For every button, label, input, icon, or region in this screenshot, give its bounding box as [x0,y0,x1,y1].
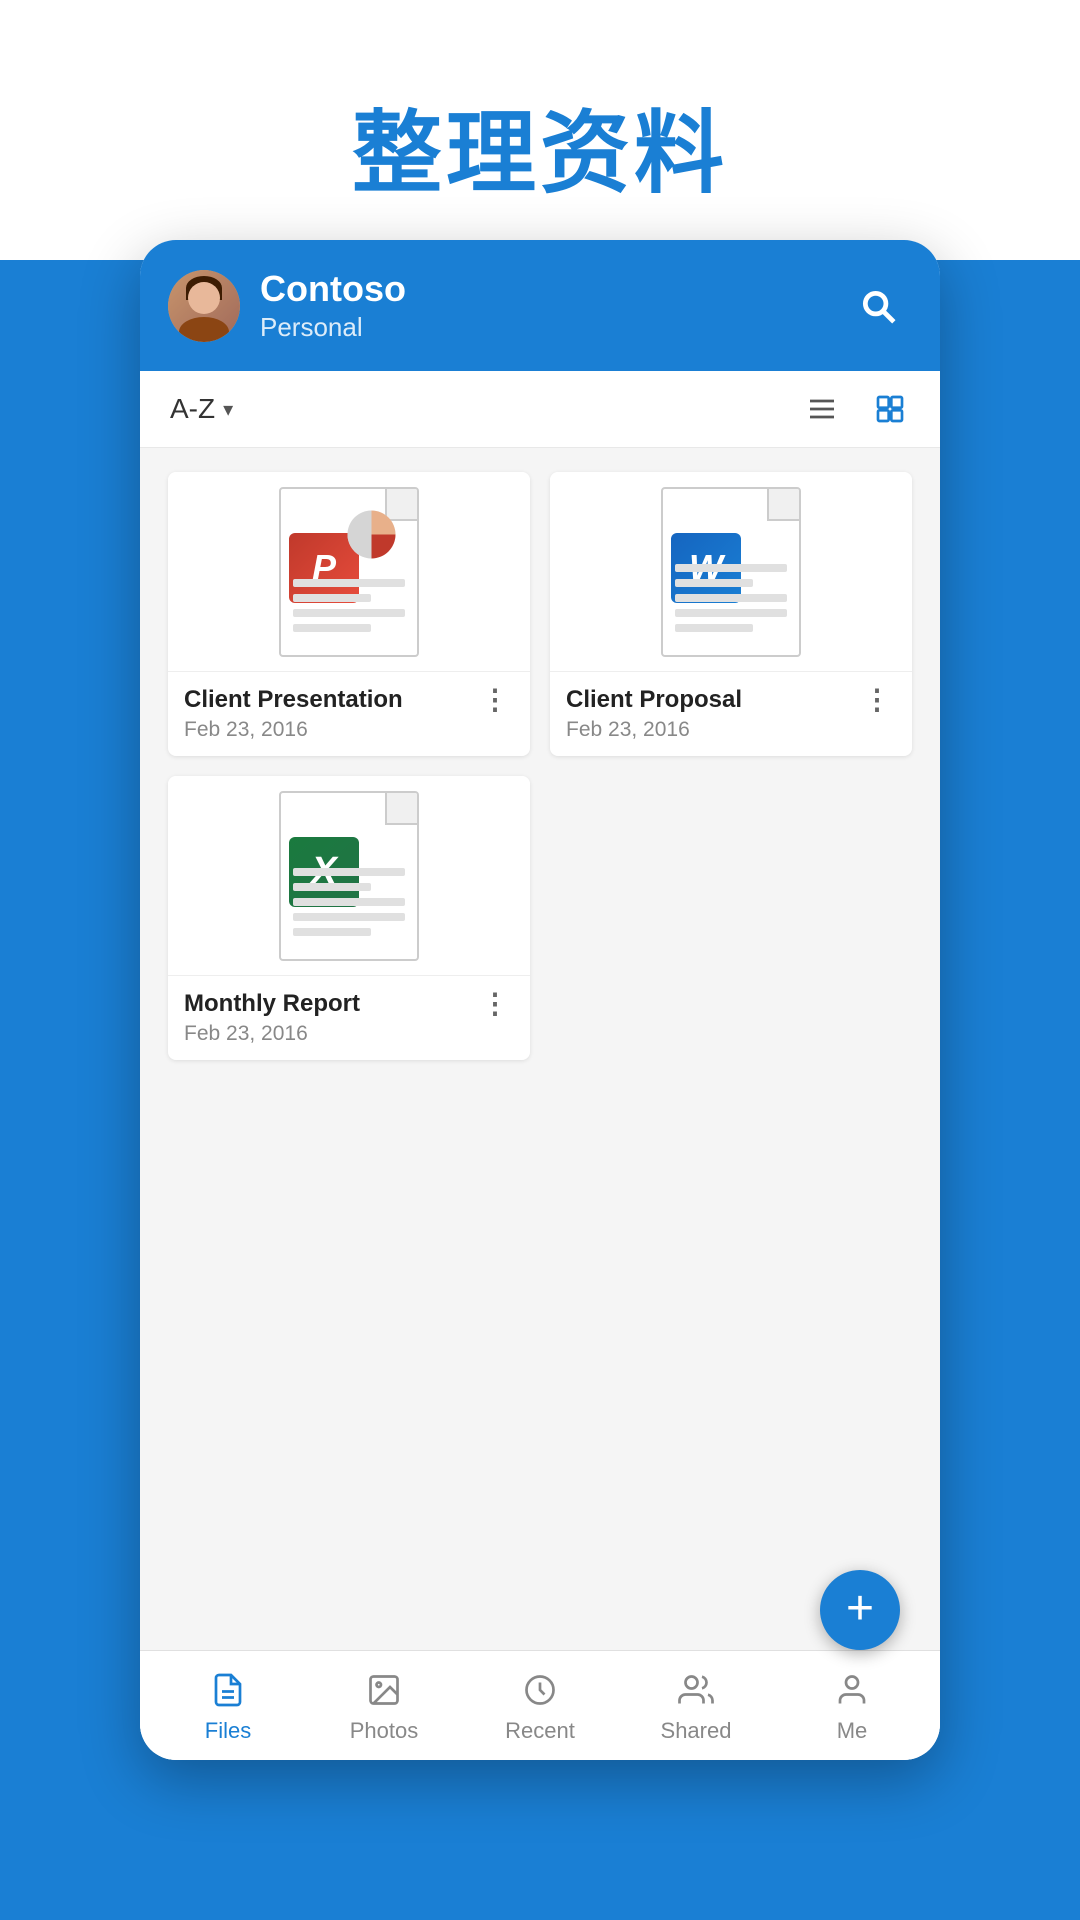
list-item[interactable]: P [168,472,530,756]
file-date: Feb 23, 2016 [184,1022,477,1046]
document-paper: P [279,487,419,657]
file-name: Monthly Report [184,990,477,1018]
toolbar: A-Z ▾ [140,371,940,448]
plus-icon: + [846,1585,874,1633]
me-icon [830,1668,874,1712]
nav-label-shared: Shared [661,1718,732,1744]
nav-item-shared[interactable]: Shared [618,1668,774,1744]
file-info: Client Presentation Feb 23, 2016 ⋮ [168,672,530,756]
file-date: Feb 23, 2016 [566,718,859,742]
nav-label-me: Me [837,1718,868,1744]
doc-lines [293,579,405,639]
file-thumbnail: P [168,472,530,672]
bottom-nav: Files Photos Recent [140,1650,940,1760]
search-icon [859,287,897,325]
nav-item-me[interactable]: Me [774,1668,930,1744]
files-area: P [140,448,940,1760]
list-item[interactable]: X Monthly Report Feb 23, 2016 [168,776,530,1060]
files-grid: P [168,472,912,1060]
file-info: Client Proposal Feb 23, 2016 ⋮ [550,672,912,756]
file-thumbnail: W [550,472,912,672]
chart-icon [344,507,399,562]
shared-icon [674,1668,718,1712]
list-item[interactable]: W Client Proposal Feb 23, 2016 [550,472,912,756]
doc-lines [293,868,405,943]
add-file-button[interactable]: + [820,1570,900,1650]
file-details: Monthly Report Feb 23, 2016 [184,990,477,1046]
nav-label-files: Files [205,1718,251,1744]
sort-label: A-Z [170,393,215,425]
file-details: Client Presentation Feb 23, 2016 [184,686,477,742]
file-name: Client Proposal [566,686,859,714]
nav-item-files[interactable]: Files [150,1668,306,1744]
nav-item-recent[interactable]: Recent [462,1668,618,1744]
header-text: Contoso Personal [260,268,852,343]
sort-button[interactable]: A-Z ▾ [170,393,233,425]
header-bar: Contoso Personal [140,240,940,371]
view-toggle [802,389,910,429]
list-view-button[interactable] [802,389,842,429]
nav-label-recent: Recent [505,1718,575,1744]
file-more-button[interactable]: ⋮ [477,686,514,714]
nav-item-photos[interactable]: Photos [306,1668,462,1744]
file-more-button[interactable]: ⋮ [477,990,514,1018]
user-subtitle: Personal [260,312,852,343]
grid-view-button[interactable] [870,389,910,429]
photos-icon [362,1668,406,1712]
doc-lines [675,564,787,639]
recent-icon [518,1668,562,1712]
file-details: Client Proposal Feb 23, 2016 [566,686,859,742]
files-icon [206,1668,250,1712]
phone-card: Contoso Personal A-Z ▾ [140,240,940,1760]
document-paper: X [279,791,419,961]
search-button[interactable] [852,280,904,332]
file-date: Feb 23, 2016 [184,718,477,742]
page-title: 整理资料 [0,80,1080,210]
file-name: Client Presentation [184,686,477,714]
user-name: Contoso [260,268,852,310]
file-thumbnail: X [168,776,530,976]
chevron-down-icon: ▾ [223,397,233,422]
nav-label-photos: Photos [350,1718,419,1744]
file-more-button[interactable]: ⋮ [859,686,896,714]
document-paper: W [661,487,801,657]
file-info: Monthly Report Feb 23, 2016 ⋮ [168,976,530,1060]
avatar[interactable] [168,270,240,342]
